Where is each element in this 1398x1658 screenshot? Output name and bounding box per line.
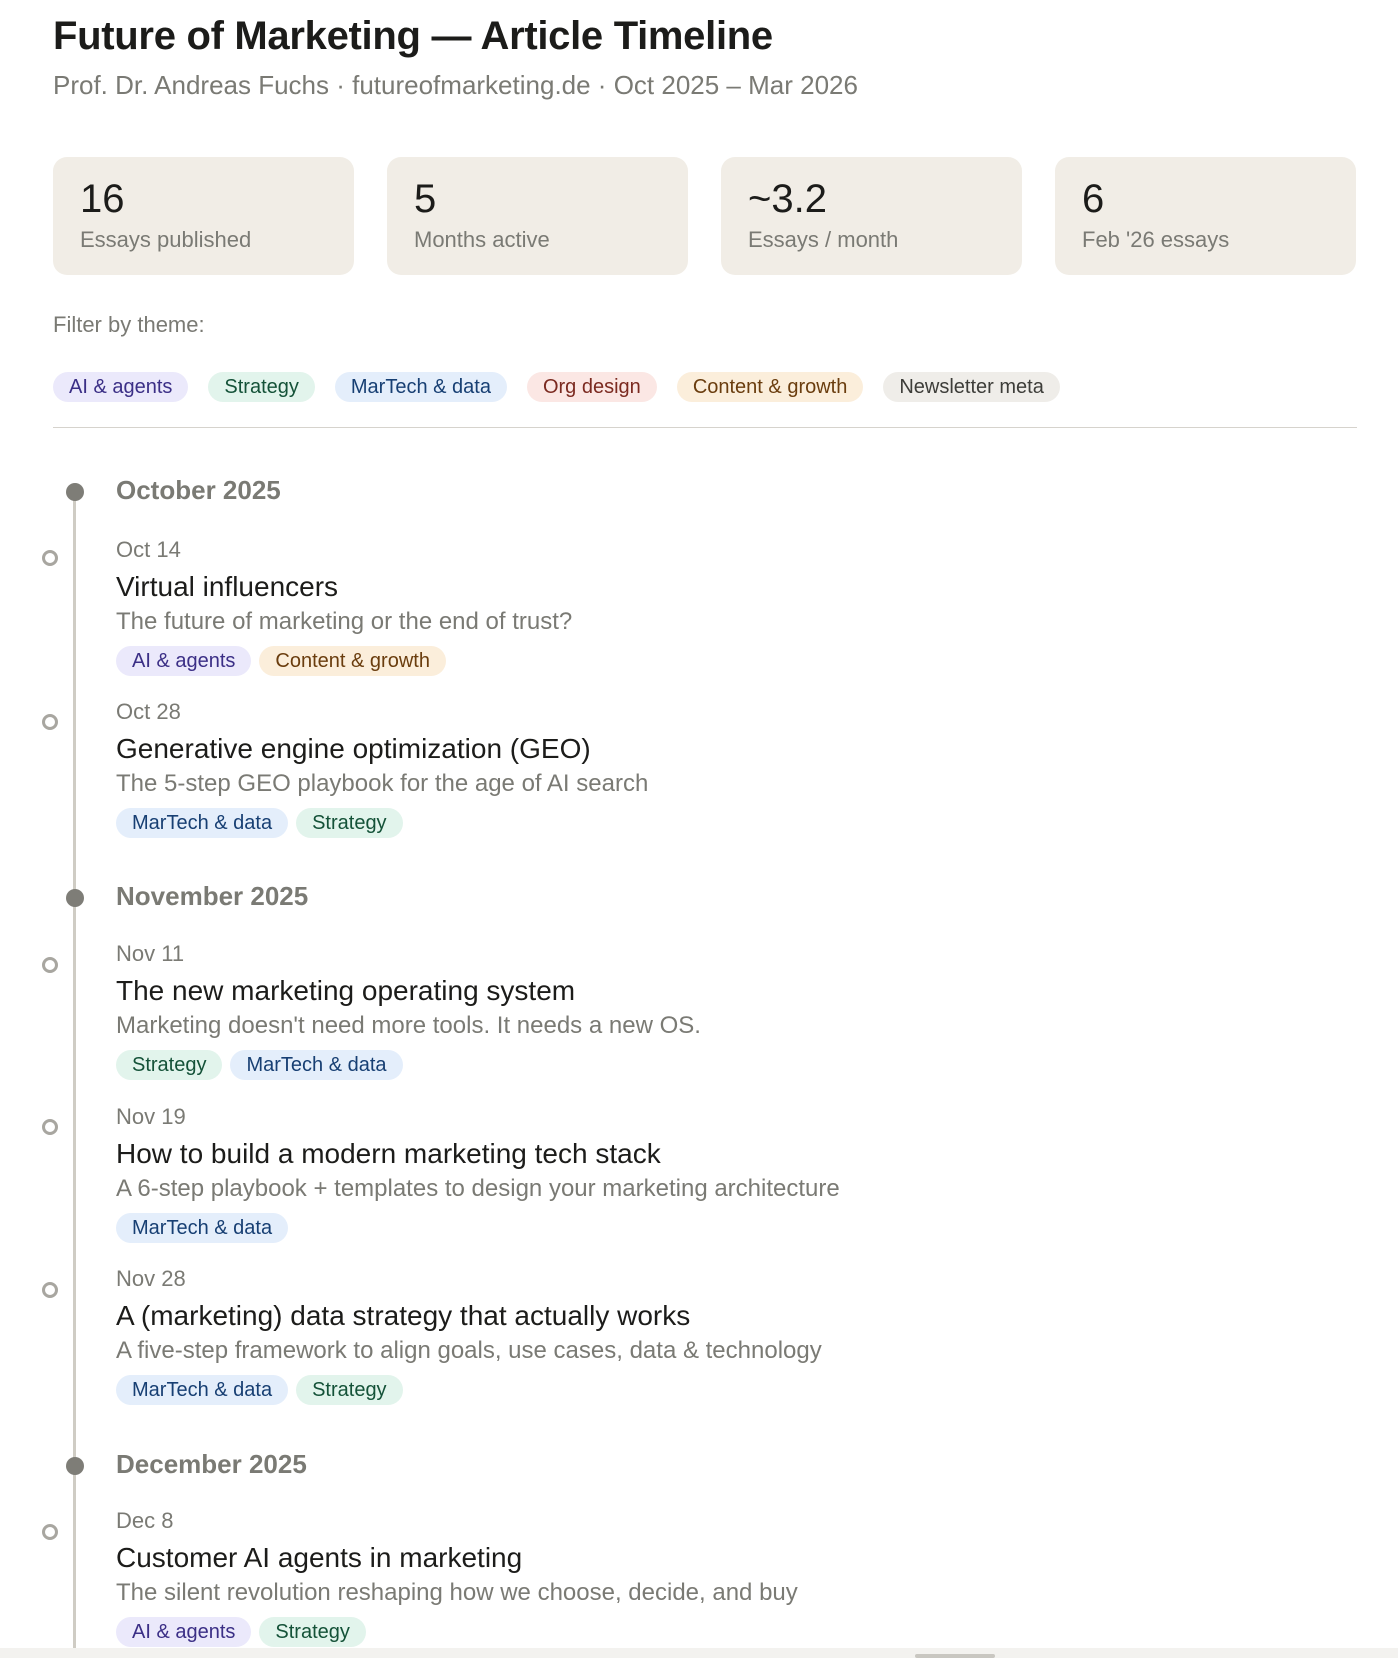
tag-martech-data[interactable]: MarTech & data	[116, 1213, 289, 1243]
tag-content-growth[interactable]: Content & growth	[259, 646, 446, 676]
stat-value: 5	[414, 177, 437, 221]
article-date: Oct 14	[116, 537, 181, 562]
article-tags: AI & agents Strategy	[116, 1617, 1316, 1647]
stat-card-feb: 6 Feb '26 essays	[1055, 157, 1356, 275]
article-description: The silent revolution reshaping how we c…	[116, 1579, 798, 1606]
tag-strategy[interactable]: Strategy	[296, 808, 403, 838]
page-subtitle: Prof. Dr. Andreas Fuchs · futureofmarket…	[53, 70, 858, 100]
article-tags: Strategy MarTech & data	[116, 1050, 1316, 1080]
tag-martech-data[interactable]: MarTech & data	[230, 1050, 403, 1080]
month-heading: November 2025	[116, 881, 309, 911]
article-description: A five-step framework to align goals, us…	[116, 1337, 822, 1364]
article-entry[interactable]: Nov 28 A (marketing) data strategy that …	[116, 1266, 1316, 1405]
article-title[interactable]: Generative engine optimization (GEO)	[116, 732, 1316, 766]
entry-marker	[42, 1524, 58, 1540]
month-heading: December 2025	[116, 1449, 307, 1479]
page-title: Future of Marketing — Article Timeline	[53, 14, 773, 58]
filter-chip-org-design[interactable]: Org design	[526, 372, 657, 402]
article-date: Nov 28	[116, 1266, 186, 1291]
entry-marker	[42, 1282, 58, 1298]
stat-value: 6	[1082, 177, 1105, 221]
month-marker	[66, 483, 84, 501]
filter-chip-strategy[interactable]: Strategy	[208, 372, 315, 402]
timeline-line	[73, 490, 76, 1658]
article-entry[interactable]: Oct 28 Generative engine optimization (G…	[116, 699, 1316, 838]
entry-marker	[42, 550, 58, 566]
article-tags: AI & agents Content & growth	[116, 646, 1316, 676]
article-entry[interactable]: Oct 14 Virtual influencers The future of…	[116, 537, 1316, 676]
article-date: Dec 8	[116, 1508, 174, 1533]
article-title[interactable]: A (marketing) data strategy that actuall…	[116, 1299, 1316, 1333]
stats-row: 16 Essays published 5 Months active ~3.2…	[53, 157, 1357, 275]
filter-chip-ai-agents[interactable]: AI & agents	[53, 372, 189, 402]
article-description: The 5-step GEO playbook for the age of A…	[116, 770, 649, 797]
divider	[53, 427, 1357, 428]
tag-martech-data[interactable]: MarTech & data	[116, 1375, 289, 1405]
filter-label: Filter by theme:	[53, 312, 205, 337]
article-title[interactable]: How to build a modern marketing tech sta…	[116, 1137, 1316, 1171]
bottom-edge	[0, 1648, 1398, 1658]
article-entry[interactable]: Nov 11 The new marketing operating syste…	[116, 941, 1316, 1080]
filter-chips: AI & agents Strategy MarTech & data Org …	[53, 372, 1060, 402]
article-title[interactable]: Virtual influencers	[116, 570, 1316, 604]
article-entry[interactable]: Nov 19 How to build a modern marketing t…	[116, 1104, 1316, 1243]
scroll-handle[interactable]	[915, 1654, 995, 1658]
stat-label: Feb '26 essays	[1082, 227, 1230, 252]
article-date: Nov 19	[116, 1104, 186, 1129]
stat-card-essays: 16 Essays published	[53, 157, 354, 275]
article-date: Oct 28	[116, 699, 181, 724]
article-tags: MarTech & data	[116, 1213, 1316, 1243]
stat-label: Months active	[414, 227, 550, 252]
article-title[interactable]: The new marketing operating system	[116, 974, 1316, 1008]
entry-marker	[42, 957, 58, 973]
tag-strategy[interactable]: Strategy	[259, 1617, 366, 1647]
tag-strategy[interactable]: Strategy	[116, 1050, 223, 1080]
article-entry[interactable]: Dec 8 Customer AI agents in marketing Th…	[116, 1508, 1316, 1647]
stat-label: Essays / month	[748, 227, 899, 252]
tag-ai-agents[interactable]: AI & agents	[116, 646, 252, 676]
filter-chip-content-growth[interactable]: Content & growth	[676, 372, 864, 402]
stat-value: 16	[80, 177, 125, 221]
month-heading: October 2025	[116, 475, 281, 505]
article-date: Nov 11	[116, 941, 185, 966]
month-marker	[66, 889, 84, 907]
stat-card-rate: ~3.2 Essays / month	[721, 157, 1022, 275]
stat-label: Essays published	[80, 227, 252, 252]
tag-martech-data[interactable]: MarTech & data	[116, 808, 289, 838]
article-tags: MarTech & data Strategy	[116, 808, 1316, 838]
filter-chip-newsletter-meta[interactable]: Newsletter meta	[883, 372, 1060, 402]
article-description: A 6-step playbook + templates to design …	[116, 1175, 840, 1202]
article-title[interactable]: Customer AI agents in marketing	[116, 1541, 1316, 1575]
article-description: The future of marketing or the end of tr…	[116, 608, 573, 635]
entry-marker	[42, 714, 58, 730]
filter-chip-martech-data[interactable]: MarTech & data	[334, 372, 507, 402]
article-description: Marketing doesn't need more tools. It ne…	[116, 1012, 701, 1039]
article-tags: MarTech & data Strategy	[116, 1375, 1316, 1405]
tag-strategy[interactable]: Strategy	[296, 1375, 403, 1405]
month-marker	[66, 1457, 84, 1475]
entry-marker	[42, 1119, 58, 1135]
stat-value: ~3.2	[748, 177, 827, 221]
tag-ai-agents[interactable]: AI & agents	[116, 1617, 252, 1647]
stat-card-months: 5 Months active	[387, 157, 688, 275]
